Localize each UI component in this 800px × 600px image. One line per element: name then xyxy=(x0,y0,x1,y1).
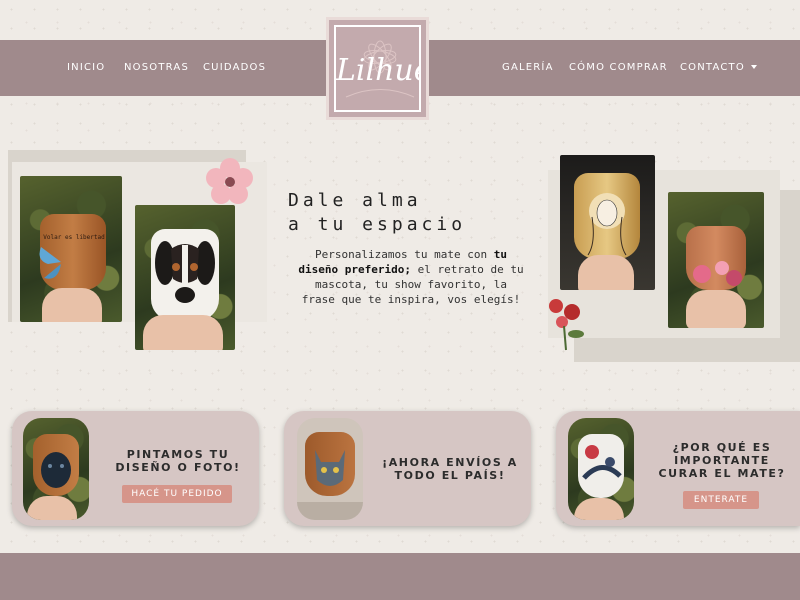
card-photo-dog xyxy=(23,418,89,520)
hand xyxy=(143,315,223,350)
hand xyxy=(574,498,624,520)
saucer xyxy=(297,502,363,520)
flower-pattern-icon xyxy=(582,445,622,480)
nav-galeria[interactable]: GALERÍA xyxy=(502,40,554,96)
pink-flower-icon xyxy=(206,158,253,204)
nav-cuidados[interactable]: CUIDADOS xyxy=(203,40,266,96)
card-title: PINTAMOS TU DISEÑO O FOTO! xyxy=(115,448,241,474)
photo-butterfly-mate: Volar es libertad xyxy=(20,176,122,322)
photo-goddess-mate xyxy=(560,155,655,290)
card-title: ¡AHORA ENVÍOS A TODO EL PAÍS! xyxy=(382,456,518,482)
logo[interactable]: Lilhué xyxy=(326,17,429,120)
cat-portrait-icon xyxy=(315,450,345,486)
hero-description: Personalizamos tu mate con tu diseño pre… xyxy=(296,247,526,307)
card-photo-cat xyxy=(297,418,363,520)
nav-como-comprar[interactable]: CÓMO COMPRAR xyxy=(569,40,668,96)
nav-nosotras[interactable]: NOSOTRAS xyxy=(124,40,189,96)
hand xyxy=(27,496,77,520)
goddess-portrait-icon xyxy=(587,193,627,256)
footer-bar xyxy=(0,553,800,600)
order-button[interactable]: HACÉ TU PEDIDO xyxy=(122,485,232,503)
hand xyxy=(686,290,746,328)
nav-contacto-label: CONTACTO xyxy=(680,62,745,73)
card-custom-design[interactable]: PINTAMOS TU DISEÑO O FOTO! HACÉ TU PEDID… xyxy=(12,411,259,526)
dog-portrait-icon xyxy=(155,241,215,303)
chevron-down-icon xyxy=(750,65,757,69)
photo-flowers-mate xyxy=(668,192,764,328)
cup-inscription: Volar es libertad xyxy=(43,234,105,241)
hand xyxy=(42,288,102,322)
flowers-icon xyxy=(693,261,742,286)
nav-inicio[interactable]: INICIO xyxy=(67,40,105,96)
card-cure-mate[interactable]: ¿POR QUÉ ES IMPORTANTE CURAR EL MATE? EN… xyxy=(556,411,800,526)
black-dog-icon xyxy=(41,452,71,488)
hero-text-pre: Personalizamos tu mate con xyxy=(314,248,494,261)
photo-dog-mate xyxy=(135,205,235,350)
hero-title: Dale alma a tu espacio xyxy=(288,190,467,235)
learn-more-button[interactable]: ENTERATE xyxy=(683,491,759,509)
card-shipping[interactable]: ¡AHORA ENVÍOS A TODO EL PAÍS! xyxy=(284,411,531,526)
logo-frame: Lilhué xyxy=(334,25,421,112)
logo-text: Lilhué xyxy=(336,53,419,88)
hand xyxy=(578,255,634,290)
card-title: ¿POR QUÉ ES IMPORTANTE CURAR EL MATE? xyxy=(658,441,786,480)
red-flowers-icon xyxy=(549,299,584,351)
butterfly-icon xyxy=(39,247,61,279)
nav-contacto[interactable]: CONTACTO xyxy=(680,40,757,96)
card-photo-flower-mate xyxy=(568,418,634,520)
